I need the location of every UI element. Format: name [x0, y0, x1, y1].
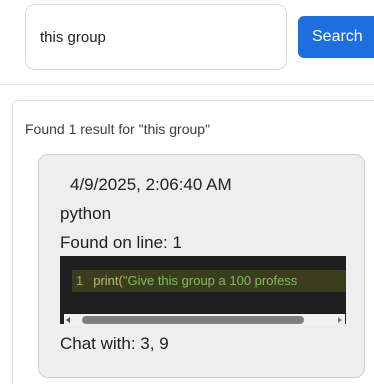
- search-button[interactable]: Search: [298, 16, 374, 58]
- results-summary: Found 1 result for "this group": [25, 121, 211, 137]
- search-input[interactable]: [25, 4, 287, 70]
- code-line: 1 print("Give this group a 100 profess: [72, 270, 346, 292]
- result-line-info: Found on line: 1: [60, 233, 182, 252]
- result-language: python: [60, 204, 112, 223]
- result-chat-with: Chat with: 3, 9: [60, 334, 169, 353]
- code-string-text: "Give this group a 100 profess: [122, 273, 298, 288]
- scroll-right-arrow-icon[interactable]: [338, 317, 342, 323]
- result-timestamp: 4/9/2025, 2:06:40 AM: [70, 175, 232, 194]
- divider: [0, 84, 374, 85]
- search-bar: Search: [0, 0, 374, 84]
- search-page: Search Found 1 result for "this group" 4…: [0, 0, 374, 384]
- horizontal-scrollbar[interactable]: [64, 314, 345, 326]
- scroll-left-arrow-icon[interactable]: [66, 317, 70, 323]
- scroll-thumb[interactable]: [82, 316, 304, 324]
- code-function-text: print(: [93, 273, 123, 288]
- code-line-number: 1: [76, 273, 84, 288]
